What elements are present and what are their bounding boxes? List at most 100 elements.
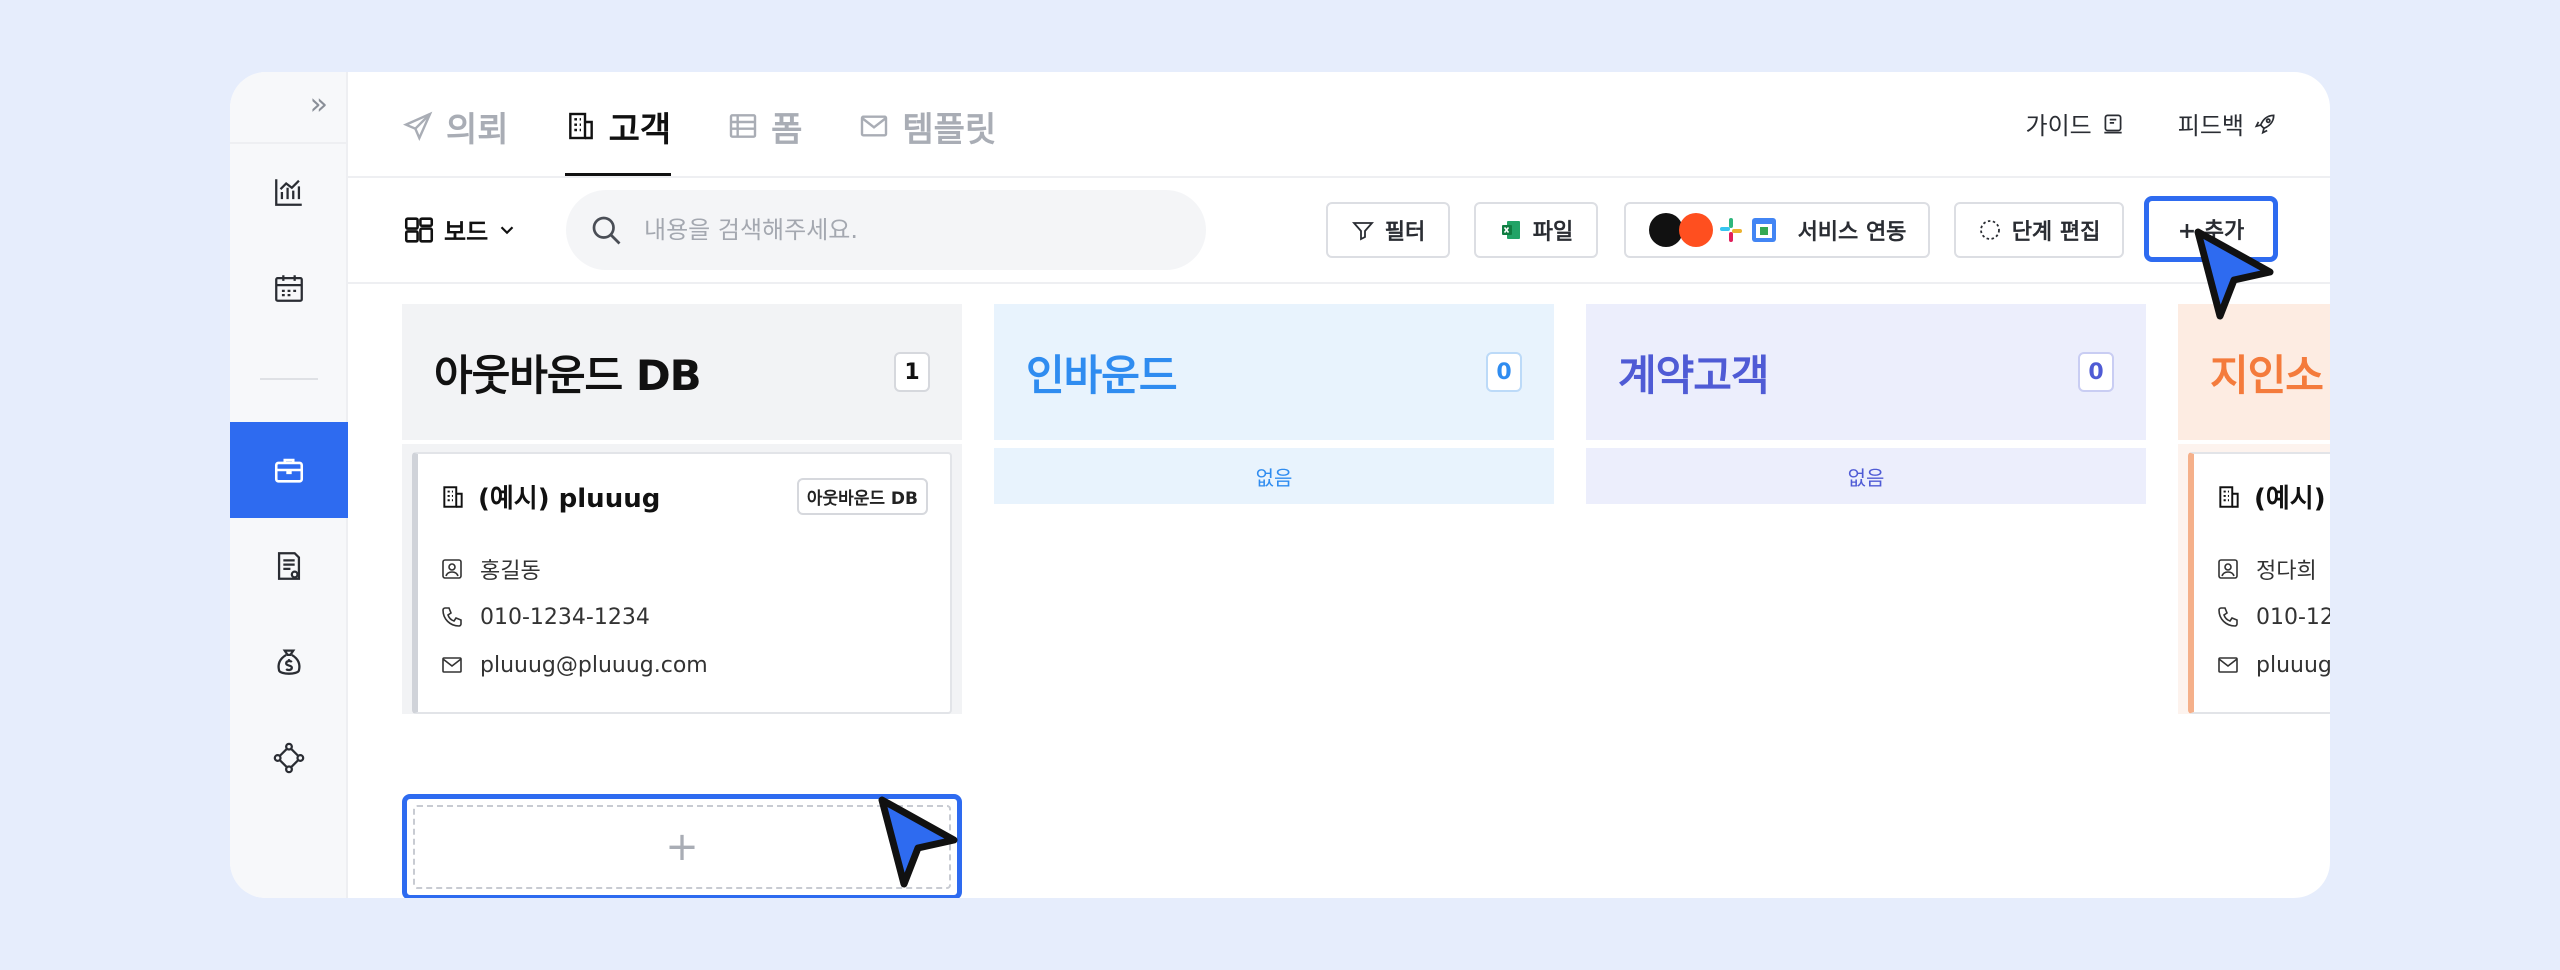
sidebar-item-calendar[interactable] (230, 240, 348, 336)
filter-label: 필터 (1384, 220, 1426, 245)
card-contact-phone: 010-12 (2216, 593, 2330, 641)
tab-label: 고객 (608, 109, 672, 150)
network-icon (273, 742, 305, 774)
main-tabs: 의뢰 고객 폼 템플릿 (402, 98, 996, 176)
board-column-inbound: 인바운드 0 없음 (994, 304, 1554, 504)
card-header: (예시) pluuug 아웃바운드 DB (440, 478, 928, 515)
loading-circle-icon (1979, 220, 2000, 240)
cursor-arrow-icon (2194, 228, 2274, 320)
column-title: 지인소 (2210, 350, 2324, 400)
briefcase-icon (274, 458, 304, 483)
column-header: 인바운드 0 (994, 304, 1554, 440)
stage-edit-button[interactable]: 단계 편집 (1954, 202, 2124, 258)
column-title: 계약고객 (1618, 350, 1770, 400)
mail-icon (442, 657, 462, 673)
sidebar-item-clients[interactable] (230, 422, 348, 518)
card-title-text: (예시) pluuug (478, 484, 661, 514)
board-column-referral: 지인소 (예시) 정다희 010-12 pluuug (2178, 304, 2330, 724)
mail-icon (2218, 657, 2238, 673)
view-selector[interactable]: 보드 (402, 212, 518, 247)
card-title: (예시) (2216, 478, 2326, 515)
building-icon (2219, 485, 2239, 508)
contact-name: 홍길동 (480, 559, 541, 584)
excel-icon (1501, 221, 1520, 239)
double-chevron-right-icon[interactable]: » (310, 90, 328, 120)
tab-forms[interactable]: 폼 (727, 98, 802, 154)
sidebar-item-contracts[interactable] (230, 518, 348, 614)
send-icon (403, 111, 433, 141)
column-header: 계약고객 0 (1586, 304, 2146, 440)
app-window: » 의뢰 고객 폼 템플릿 가이드 피드백 보드 내용을 검색해주세요. 필터 … (230, 72, 2330, 898)
rocket-icon (2254, 113, 2275, 134)
feedback-label: 피드백 (2177, 112, 2244, 140)
search-bar (566, 190, 1206, 270)
search-input[interactable] (644, 216, 1144, 244)
sidebar-item-integrations[interactable] (230, 710, 348, 806)
chart-icon (275, 179, 302, 206)
cursor-arrow-icon (878, 796, 958, 888)
client-card[interactable]: (예시) pluuug 아웃바운드 DB 홍길동 010-1234-1234 p… (412, 452, 952, 714)
sidebar: » (230, 72, 348, 898)
integration-logos-icon (1648, 213, 1776, 247)
contact-phone: 010-12 (2256, 604, 2330, 630)
sidebar-header: » (230, 72, 346, 144)
card-title-text: (예시) (2254, 484, 2326, 514)
phone-icon (442, 607, 462, 627)
contact-email: pluuug@pluuug.com (480, 652, 708, 678)
filter-button[interactable]: 필터 (1326, 202, 1450, 258)
view-label: 보드 (444, 218, 489, 246)
column-count-badge: 1 (894, 352, 930, 392)
list-icon (729, 114, 757, 138)
card-contact-phone: 010-1234-1234 (440, 593, 928, 641)
guide-label: 가이드 (2025, 112, 2092, 140)
toolbar-divider (348, 282, 2330, 284)
tab-templates[interactable]: 템플릿 (858, 98, 996, 154)
mail-icon (861, 115, 888, 137)
tab-requests[interactable]: 의뢰 (402, 98, 509, 154)
card-contact-name: 정다희 (2216, 545, 2330, 593)
tab-label: 폼 (771, 109, 803, 150)
document-icon (277, 552, 301, 580)
tab-clients[interactable]: 고객 (564, 98, 672, 176)
column-empty-state: 없음 (1586, 448, 2146, 504)
filter-icon (1351, 222, 1374, 241)
add-card-plus: + (413, 805, 951, 889)
file-label: 파일 (1532, 220, 1574, 245)
card-contact-email: pluuug (2216, 641, 2330, 689)
card-stage-badge: 아웃바운드 DB (796, 478, 928, 515)
card-contact-email: pluuug@pluuug.com (440, 641, 928, 689)
top-links: 가이드 피드백 (2026, 106, 2279, 141)
person-icon (442, 559, 462, 579)
guide-link[interactable]: 가이드 (2026, 106, 2126, 141)
board-view-icon (404, 216, 434, 243)
file-button[interactable]: 파일 (1474, 202, 1598, 258)
column-count-badge: 0 (1486, 352, 1522, 392)
money-bag-icon (277, 649, 301, 675)
client-card[interactable]: (예시) 정다희 010-12 pluuug (2188, 452, 2330, 714)
sidebar-item-finance[interactable] (230, 614, 348, 710)
header-divider (348, 176, 2330, 178)
card-header: (예시) (2216, 478, 2330, 515)
search-icon (592, 216, 621, 245)
calendar-icon (275, 275, 303, 302)
integration-label: 서비스 연동 (1797, 220, 1907, 245)
tab-label: 의뢰 (446, 109, 509, 150)
book-icon (2104, 113, 2122, 134)
service-integration-button[interactable]: 서비스 연동 (1624, 202, 1930, 258)
chevron-down-icon (500, 225, 514, 234)
building-icon (568, 112, 593, 140)
contact-name: 정다희 (2256, 559, 2317, 584)
contact-email: pluuug (2256, 652, 2330, 678)
column-header: 아웃바운드 DB 1 (402, 304, 962, 440)
feedback-link[interactable]: 피드백 (2178, 106, 2278, 141)
column-empty-state: 없음 (994, 448, 1554, 504)
sidebar-divider (260, 378, 318, 380)
card-contact-name: 홍길동 (440, 545, 928, 593)
stage-edit-label: 단계 편집 (2011, 220, 2101, 245)
column-title: 인바운드 (1026, 350, 1178, 400)
board-column-contracted: 계약고객 0 없음 (1586, 304, 2146, 504)
column-title: 아웃바운드 DB (434, 350, 702, 400)
sidebar-item-dashboard[interactable] (230, 144, 348, 240)
building-icon (443, 485, 463, 508)
contact-phone: 010-1234-1234 (480, 604, 650, 630)
